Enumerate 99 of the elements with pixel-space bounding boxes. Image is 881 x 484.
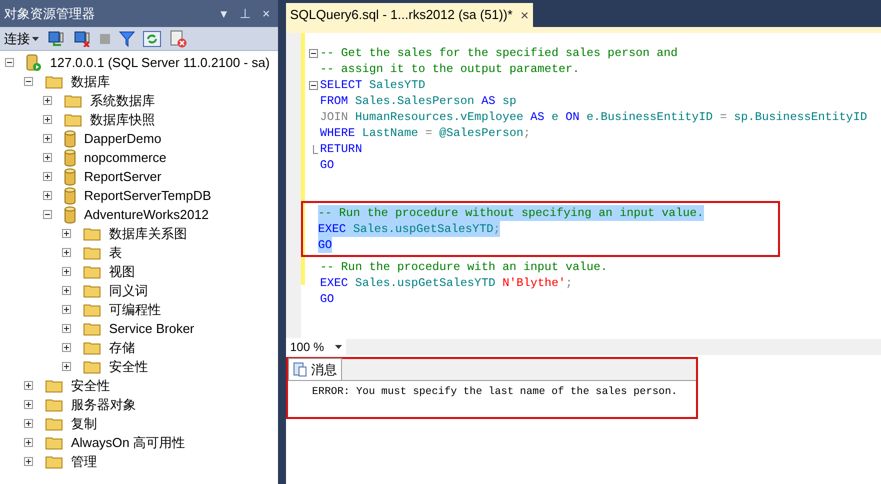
- expand-toggle-icon[interactable]: [62, 362, 71, 371]
- database-icon: [64, 186, 76, 204]
- tree-item[interactable]: AdventureWorks2012: [84, 204, 209, 224]
- code-line: JOIN HumanResources.vEmployee AS e ON e.BusinessEntityID = sp.BusinessEntityID: [320, 109, 868, 125]
- caret-icon: [335, 345, 342, 349]
- expand-toggle-icon[interactable]: [62, 324, 71, 333]
- folder-icon: [45, 454, 63, 468]
- expand-toggle-icon[interactable]: [43, 96, 52, 105]
- tree-item[interactable]: 安全性: [71, 376, 110, 396]
- database-icon: [64, 168, 76, 186]
- filter-icon[interactable]: [119, 30, 135, 46]
- tree-item[interactable]: 可编程性: [109, 300, 161, 320]
- expand-toggle-icon[interactable]: [62, 248, 71, 257]
- expand-toggle-icon[interactable]: [43, 191, 52, 200]
- refresh-icon[interactable]: [143, 30, 161, 46]
- server-plug-icon[interactable]: [47, 30, 65, 46]
- tree-item[interactable]: 表: [109, 242, 122, 262]
- expand-toggle-icon[interactable]: [62, 343, 71, 352]
- database-icon: [64, 130, 76, 148]
- tree-item[interactable]: ReportServerTempDB: [84, 186, 212, 206]
- expand-toggle-icon[interactable]: [43, 153, 52, 162]
- fold-end-icon: [313, 144, 318, 154]
- server-icon: [26, 54, 42, 72]
- fold-toggle-icon[interactable]: [309, 80, 318, 90]
- code-line: SELECT SalesYTD: [320, 77, 426, 93]
- folder-icon: [83, 264, 101, 278]
- tree-item[interactable]: 数据库快照: [90, 110, 155, 130]
- code-editor[interactable]: [286, 33, 881, 339]
- expand-toggle-icon[interactable]: [43, 115, 52, 124]
- folder-icon: [45, 416, 63, 430]
- folder-icon: [83, 246, 101, 260]
- expand-toggle-icon[interactable]: [62, 286, 71, 295]
- tree-item[interactable]: 数据库: [71, 72, 110, 92]
- tree-item[interactable]: 127.0.0.1 (SQL Server 11.0.2100 - sa): [50, 52, 270, 72]
- code-line: -- assign it to the output parameter.: [320, 61, 580, 77]
- expand-toggle-icon[interactable]: [24, 400, 33, 409]
- expand-toggle-icon[interactable]: [24, 438, 33, 447]
- tree-item[interactable]: 系统数据库: [90, 90, 155, 110]
- panel-title: 对象资源管理器: [4, 4, 95, 23]
- message-icon: [293, 362, 307, 377]
- messages-tab[interactable]: 消息: [288, 358, 342, 380]
- folder-icon: [83, 322, 101, 336]
- code-line: WHERE LastName = @SalesPerson;: [320, 125, 530, 141]
- folder-icon: [45, 378, 63, 392]
- code-line: FROM Sales.SalesPerson AS sp: [320, 93, 516, 109]
- code-line: GO: [320, 291, 334, 307]
- expand-toggle-icon[interactable]: [24, 419, 33, 428]
- expand-toggle-icon[interactable]: [62, 305, 71, 314]
- tree-item[interactable]: DapperDemo: [84, 128, 162, 148]
- code-line: RETURN: [320, 141, 362, 157]
- title-bar-button[interactable]: ×: [262, 4, 270, 24]
- expand-toggle-icon[interactable]: [43, 134, 52, 143]
- tree-item[interactable]: 复制: [71, 414, 97, 434]
- folder-icon: [45, 436, 63, 450]
- tree-item[interactable]: nopcommerce: [84, 148, 166, 168]
- folder-icon: [83, 284, 101, 298]
- tree-item[interactable]: 安全性: [109, 356, 148, 376]
- tree-item[interactable]: Service Broker: [109, 318, 194, 338]
- document-error-icon[interactable]: [169, 30, 187, 48]
- tree-item[interactable]: 同义词: [109, 280, 148, 300]
- fold-toggle-icon[interactable]: [309, 48, 318, 58]
- expand-toggle-icon[interactable]: [43, 172, 52, 181]
- connect-dropdown[interactable]: 连接: [4, 28, 39, 48]
- code-line: GO: [320, 157, 334, 173]
- expand-toggle-icon[interactable]: [24, 381, 33, 390]
- expand-toggle-icon[interactable]: [62, 229, 71, 238]
- tree-item[interactable]: 存储: [109, 338, 135, 358]
- folder-icon: [83, 360, 101, 374]
- document-tab[interactable]: SQLQuery6.sql - 1...rks2012 (sa (51))* ×: [286, 3, 533, 27]
- code-line: -- Get the sales for the specified sales person and: [320, 45, 678, 61]
- code-line: -- Run the procedure with an input value.: [320, 259, 608, 275]
- tree-item[interactable]: 管理: [71, 452, 97, 472]
- error-message: ERROR: You must specify the last name of the sales person.: [311, 385, 678, 400]
- title-bar-button[interactable]: ⊥: [239, 4, 250, 24]
- collapse-toggle-icon[interactable]: [43, 210, 52, 219]
- tree-item[interactable]: AlwaysOn 高可用性: [71, 432, 186, 452]
- tree-item[interactable]: 视图: [109, 262, 135, 282]
- folder-icon: [64, 94, 82, 108]
- title-bar-button[interactable]: ▾: [220, 4, 228, 24]
- caret-icon: [32, 36, 39, 40]
- tree-item[interactable]: 数据库关系图: [109, 224, 187, 244]
- zoom-dropdown[interactable]: 100 %: [286, 338, 346, 356]
- tree-item[interactable]: 服务器对象: [71, 394, 136, 414]
- folder-icon: [64, 112, 82, 126]
- folder-icon: [83, 302, 101, 316]
- tree-item[interactable]: ReportServer: [84, 166, 162, 186]
- database-icon: [64, 206, 76, 224]
- server-disconnect-icon[interactable]: [73, 30, 91, 46]
- folder-icon: [45, 398, 63, 412]
- folder-icon: [45, 74, 63, 88]
- folder-icon: [83, 226, 101, 240]
- close-icon[interactable]: ×: [520, 4, 529, 26]
- expand-toggle-icon[interactable]: [62, 267, 71, 276]
- database-icon: [64, 148, 76, 166]
- folder-icon: [83, 340, 101, 354]
- expand-toggle-icon[interactable]: [24, 457, 33, 466]
- collapse-toggle-icon[interactable]: [5, 58, 14, 67]
- collapse-toggle-icon[interactable]: [24, 77, 33, 86]
- code-line: EXEC Sales.uspGetSalesYTD N'Blythe';: [320, 275, 573, 291]
